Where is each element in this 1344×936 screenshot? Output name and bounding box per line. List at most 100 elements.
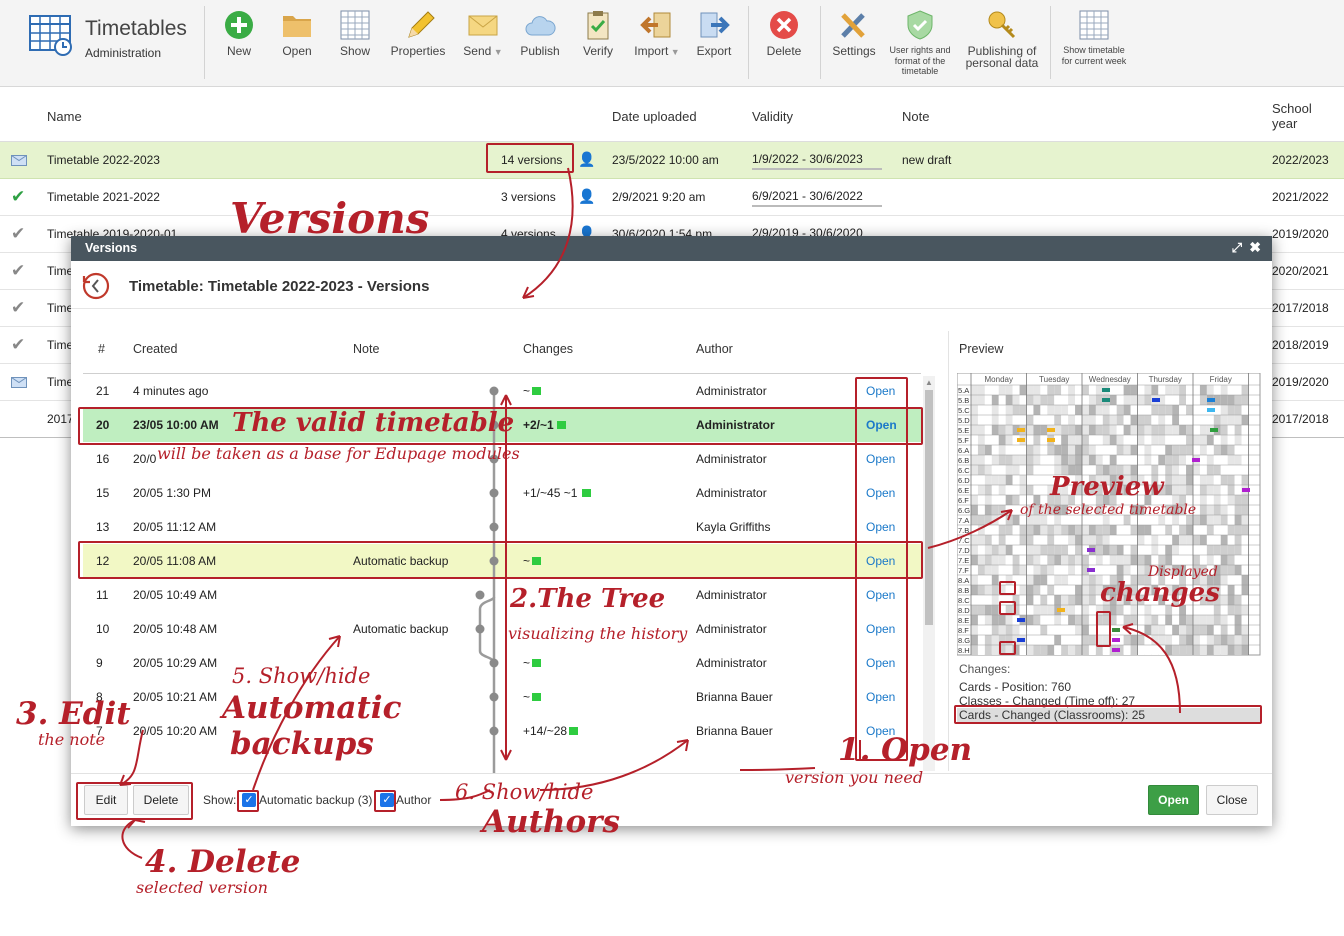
annotation-edit: 3. Edit xyxy=(16,696,131,732)
delete-button[interactable]: Delete xyxy=(762,9,806,57)
grey-check-icon: ✔ xyxy=(11,298,26,317)
row-created: 20/05 10:29 AM xyxy=(133,656,218,670)
grey-check-icon: ✔ xyxy=(11,224,26,243)
verify-button[interactable]: Verify xyxy=(577,9,619,57)
change-item: Cards - Position: 760 xyxy=(959,680,1072,694)
close-icon[interactable]: ✖ xyxy=(1249,239,1261,256)
annotation-tree: 2.The Tree xyxy=(510,584,666,614)
col-author[interactable]: Author xyxy=(696,342,733,356)
annotation-box-edit-delete xyxy=(76,782,193,820)
open-version-button[interactable]: Open xyxy=(1148,785,1199,815)
row-changes: ~ xyxy=(523,656,531,670)
row-num: 15 xyxy=(96,486,110,500)
row-num: 16 xyxy=(96,452,110,466)
annotation-preview: Preview xyxy=(1050,472,1164,502)
row-author: Brianna Bauer xyxy=(696,724,773,738)
annotation-box-changes xyxy=(954,705,1262,724)
row-created: 20/05 10:20 AM xyxy=(133,724,218,738)
row-note[interactable]: Automatic backup xyxy=(353,622,448,636)
preview-class-label: 5.C xyxy=(958,406,970,415)
annotation-backups: backups xyxy=(230,726,374,762)
col-year[interactable]: School year xyxy=(1272,101,1332,131)
annotation-automatic: Automatic xyxy=(222,690,402,726)
new-button[interactable]: New xyxy=(218,9,260,57)
col-name[interactable]: Name xyxy=(47,109,82,124)
preview-class-label: 7.A xyxy=(958,516,969,525)
preview-class-label: 8.E xyxy=(958,616,969,625)
row-author: Kayla Griffiths xyxy=(696,520,771,534)
preview-class-label: 6.C xyxy=(958,466,970,475)
preview-class-label: 5.D xyxy=(958,416,970,425)
row-author: Administrator xyxy=(696,486,767,500)
row-date: 23/5/2022 10:00 am xyxy=(612,153,719,167)
preview-class-label: 6.G xyxy=(958,506,970,515)
envelope-icon xyxy=(468,15,498,36)
table-row[interactable]: Timetable 2022-2023 14 versions 👤 23/5/2022… xyxy=(0,142,1344,179)
col-changes[interactable]: Changes xyxy=(523,342,573,356)
annotation-open: 1. Open xyxy=(838,732,973,768)
publish-button[interactable]: Publish xyxy=(517,9,563,57)
col-validity[interactable]: Validity xyxy=(752,109,793,124)
preview-class-label: 8.F xyxy=(958,626,969,635)
preview-class-label: 6.B xyxy=(958,456,969,465)
users-icon: 👤 xyxy=(578,151,596,167)
row-changes: +1/~45 ~1 xyxy=(523,486,578,500)
row-name: Time xyxy=(47,338,74,352)
auto-backup-label: Automatic backup (3) xyxy=(259,793,373,807)
close-button[interactable]: Close xyxy=(1206,785,1258,815)
grid-icon xyxy=(340,10,370,40)
row-author: Brianna Bauer xyxy=(696,690,773,704)
grey-check-icon: ✔ xyxy=(11,335,26,354)
tools-icon xyxy=(841,13,865,38)
row-author: Administrator xyxy=(696,588,767,602)
show-current-week-button[interactable]: Show timetable for current week xyxy=(1060,9,1128,66)
col-num[interactable]: # xyxy=(98,342,105,356)
annotation-box-author xyxy=(374,790,396,812)
annotation-open-sub: version you need xyxy=(785,768,924,787)
green-check-icon: ✔ xyxy=(11,187,26,206)
app-title: Timetables xyxy=(85,17,187,40)
annotation-box-auto-backup xyxy=(237,790,259,812)
row-created: 20/05 1:30 PM xyxy=(133,486,212,500)
preview-class-label: 8.H xyxy=(958,646,970,655)
show-button[interactable]: Show xyxy=(334,9,376,57)
import-icon xyxy=(640,12,671,38)
preview-day-label: Thursday xyxy=(1149,375,1182,384)
export-button[interactable]: Export xyxy=(692,9,736,57)
row-created: 20/05 10:21 AM xyxy=(133,690,218,704)
row-name: Time xyxy=(47,264,74,278)
list-scrollbar[interactable]: ▲ xyxy=(923,376,935,771)
envelope-icon xyxy=(11,377,27,388)
preview-class-label: 6.A xyxy=(958,446,969,455)
row-num: 11 xyxy=(96,588,109,602)
col-date[interactable]: Date uploaded xyxy=(612,109,697,124)
author-label: Author xyxy=(396,793,432,807)
row-note: new draft xyxy=(902,153,952,167)
row-versions[interactable]: 3 versions xyxy=(501,190,556,204)
publishing-personal-data-button[interactable]: Publishing of personal data xyxy=(963,9,1041,69)
dialog-heading: Timetable: Timetable 2022-2023 - Version… xyxy=(129,278,430,295)
send-button[interactable]: Send ▼ xyxy=(456,9,510,58)
settings-button[interactable]: Settings xyxy=(830,9,878,57)
envelope-icon xyxy=(11,155,27,166)
table-header: Name Date uploaded Validity Note School … xyxy=(0,88,1344,142)
user-rights-button[interactable]: User rights and format of the timetable xyxy=(886,9,954,77)
row-year: 2019/2020 xyxy=(1272,227,1329,241)
col-note[interactable]: Note xyxy=(353,342,379,356)
plus-circle-icon xyxy=(225,11,253,39)
changes-title: Changes: xyxy=(959,662,1011,676)
open-button[interactable]: Open xyxy=(276,9,318,57)
import-button[interactable]: Import ▼ xyxy=(630,9,684,58)
col-created[interactable]: Created xyxy=(133,342,177,356)
table-row[interactable]: ✔ Timetable 2021-2022 3 versions 👤 2/9/2021 … xyxy=(0,179,1344,216)
maximize-icon[interactable]: ⤢ xyxy=(1232,240,1242,256)
annotation-valid-sub: will be taken as a base for Edupage modu… xyxy=(157,444,520,463)
col-note[interactable]: Note xyxy=(902,109,929,124)
row-year: 2022/2023 xyxy=(1272,153,1329,167)
pencil-icon xyxy=(408,11,435,38)
row-created: 20/05 10:48 AM xyxy=(133,622,218,636)
grey-check-icon: ✔ xyxy=(11,261,26,280)
folder-icon xyxy=(283,16,311,37)
app-subtitle: Administration xyxy=(85,46,162,60)
properties-button[interactable]: Properties xyxy=(388,9,448,57)
